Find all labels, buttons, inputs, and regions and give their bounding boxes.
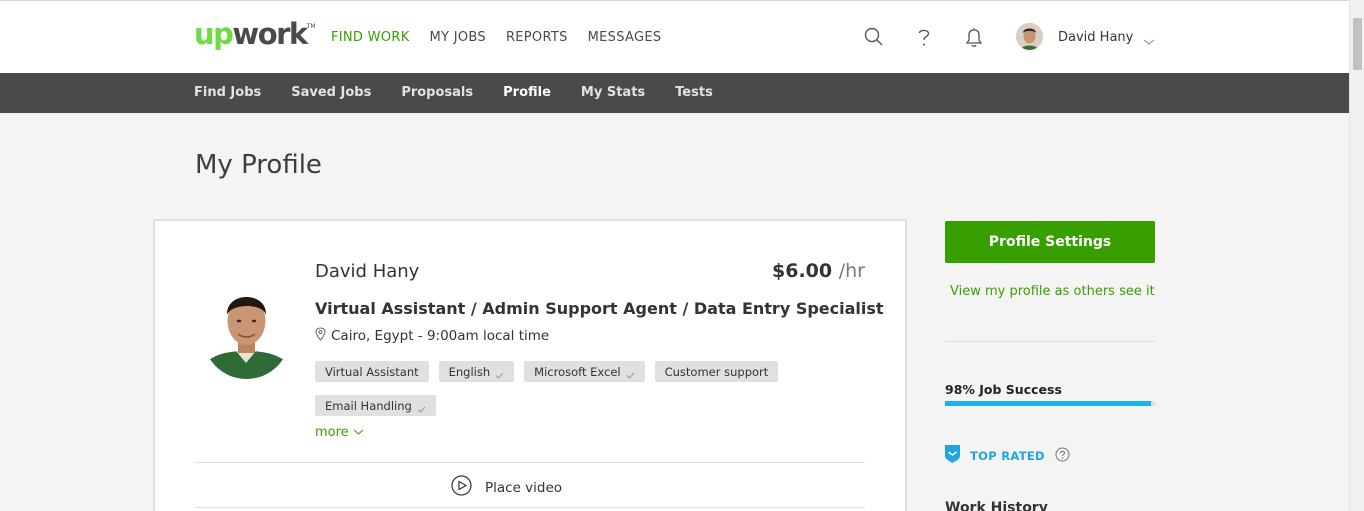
skill-tag[interactable]: English	[438, 361, 515, 382]
user-name[interactable]: David Hany	[1058, 30, 1133, 45]
rate-value: $6.00	[772, 260, 833, 282]
bell-icon[interactable]	[962, 25, 986, 49]
main-nav: FIND WORK MY JOBS REPORTS MESSAGES	[331, 30, 661, 45]
profile-settings-button[interactable]: Profile Settings	[945, 221, 1155, 263]
top-rated-badge: TOP RATED	[945, 445, 1070, 467]
hourly-rate: $6.00 /hr	[772, 260, 865, 282]
scrollbar-thumb[interactable]	[1353, 18, 1362, 70]
subnav-saved-jobs[interactable]: Saved Jobs	[291, 85, 371, 100]
search-icon[interactable]	[862, 25, 886, 49]
skill-tag[interactable]: Virtual Assistant	[315, 361, 429, 382]
page-scrollbar[interactable]	[1349, 0, 1364, 511]
more-skills-link[interactable]: more	[315, 425, 364, 440]
nav-reports[interactable]: REPORTS	[506, 30, 568, 45]
user-avatar[interactable]	[1016, 23, 1043, 50]
subnav-profile[interactable]: Profile	[503, 85, 551, 100]
work-history-heading: Work History	[945, 500, 1048, 511]
location-text: Cairo, Egypt - 9:00am local time	[331, 328, 550, 344]
nav-find-work[interactable]: FIND WORK	[331, 30, 410, 45]
skills-list: Virtual Assistant English Microsoft Exce…	[315, 361, 835, 416]
card-divider	[195, 462, 865, 463]
profile-location: Cairo, Egypt - 9:00am local time	[315, 327, 549, 345]
help-icon[interactable]	[912, 25, 936, 49]
subnav-proposals[interactable]: Proposals	[401, 85, 473, 100]
top-rated-label: TOP RATED	[970, 449, 1045, 463]
location-pin-icon	[315, 327, 326, 345]
rate-unit: /hr	[838, 260, 865, 282]
top-rated-shield-icon	[945, 445, 960, 467]
top-header: upworkTM FIND WORK MY JOBS REPORTS MESSA…	[0, 0, 1349, 73]
view-profile-link[interactable]: View my profile as others see it	[950, 284, 1155, 299]
verified-check-icon	[626, 368, 635, 379]
help-icon[interactable]	[1055, 447, 1070, 466]
skill-tag[interactable]: Email Handling	[315, 395, 436, 416]
upwork-logo[interactable]: upworkTM	[194, 17, 316, 51]
page-title: My Profile	[195, 150, 322, 180]
card-divider	[195, 507, 865, 508]
subnav-tests[interactable]: Tests	[675, 85, 713, 100]
skill-label: Virtual Assistant	[325, 364, 419, 379]
profile-photo[interactable]	[203, 281, 290, 379]
subnav-find-jobs[interactable]: Find Jobs	[194, 85, 261, 100]
job-success-fill	[945, 401, 1151, 406]
chevron-down-icon[interactable]	[1143, 32, 1155, 45]
subnav-my-stats[interactable]: My Stats	[581, 85, 645, 100]
sub-nav: Find Jobs Saved Jobs Proposals Profile M…	[0, 73, 1349, 113]
sidebar-divider	[945, 341, 1155, 342]
place-video-label: Place video	[485, 479, 563, 496]
skill-tag[interactable]: Microsoft Excel	[524, 361, 645, 382]
skill-label: Customer support	[664, 364, 769, 379]
place-video-button[interactable]: Place video	[451, 475, 562, 500]
play-circle-icon	[451, 475, 472, 500]
profile-card: David Hany $6.00 /hr Virtual Assistant /…	[153, 219, 907, 511]
skill-label: English	[448, 364, 491, 379]
skill-label: Microsoft Excel	[534, 364, 621, 379]
chevron-down-icon	[353, 425, 364, 440]
logo-tm: TM	[306, 23, 316, 30]
nav-my-jobs[interactable]: MY JOBS	[430, 30, 486, 45]
verified-check-icon	[495, 368, 504, 379]
skill-label: Email Handling	[325, 398, 412, 413]
more-label: more	[315, 425, 349, 440]
nav-messages[interactable]: MESSAGES	[588, 30, 662, 45]
job-success-bar	[945, 401, 1155, 406]
logo-up: up	[194, 17, 234, 51]
profile-headline: Virtual Assistant / Admin Support Agent …	[315, 299, 884, 318]
profile-name: David Hany	[315, 261, 420, 282]
job-success-label: 98% Job Success	[945, 382, 1062, 397]
logo-work: work	[232, 17, 308, 51]
skill-tag[interactable]: Customer support	[654, 361, 779, 382]
verified-check-icon	[417, 402, 426, 413]
